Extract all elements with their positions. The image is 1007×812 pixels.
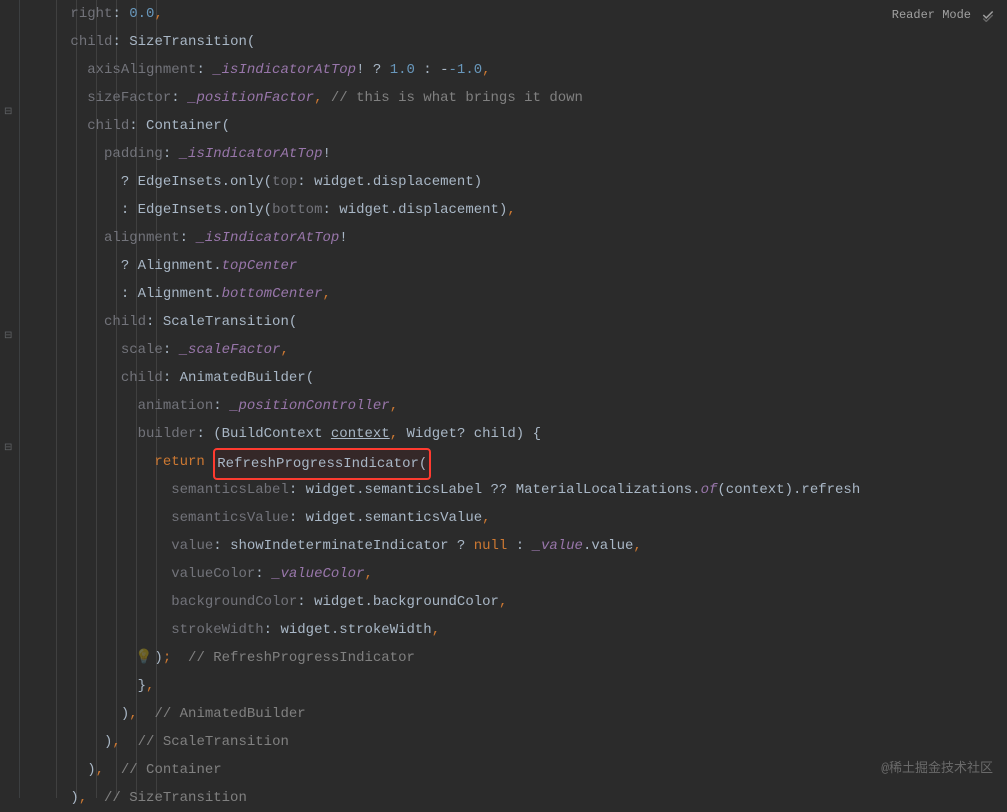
- reader-mode-toggle[interactable]: Reader Mode: [892, 8, 995, 22]
- code-line: ), // ScaleTransition: [20, 728, 1007, 756]
- gutter-fold-icon[interactable]: ⊟: [4, 106, 14, 116]
- code-line: child: Container(: [20, 112, 1007, 140]
- code-line: backgroundColor: widget.backgroundColor,: [20, 588, 1007, 616]
- code-line: ), // SizeTransition: [20, 784, 1007, 812]
- code-line: child: SizeTransition(: [20, 28, 1007, 56]
- code-line: ), // Container: [20, 756, 1007, 784]
- code-line: valueColor: _valueColor,: [20, 560, 1007, 588]
- code-line: return RefreshProgressIndicator(: [20, 448, 1007, 476]
- code-line: padding: _isIndicatorAtTop!: [20, 140, 1007, 168]
- gutter: ⊟ ⊟ ⊟: [0, 0, 20, 798]
- gutter-fold-icon[interactable]: ⊟: [4, 330, 14, 340]
- code-line: ), // AnimatedBuilder: [20, 700, 1007, 728]
- code-content[interactable]: right: 0.0, child: SizeTransition( axisA…: [20, 0, 1007, 798]
- code-line: right: 0.0,: [20, 0, 1007, 28]
- code-line: semanticsValue: widget.semanticsValue,: [20, 504, 1007, 532]
- gutter-fold-icon[interactable]: ⊟: [4, 442, 14, 452]
- code-line: : EdgeInsets.only(bottom: widget.displac…: [20, 196, 1007, 224]
- code-line: alignment: _isIndicatorAtTop!: [20, 224, 1007, 252]
- code-line: },: [20, 672, 1007, 700]
- code-editor: ⊟ ⊟ ⊟ right: 0.0, child: SizeTransition(…: [0, 0, 1007, 798]
- code-line: child: AnimatedBuilder(: [20, 364, 1007, 392]
- code-line: animation: _positionController,: [20, 392, 1007, 420]
- code-line: ? Alignment.topCenter: [20, 252, 1007, 280]
- code-line: child: ScaleTransition(: [20, 308, 1007, 336]
- code-line: semanticsLabel: widget.semanticsLabel ??…: [20, 476, 1007, 504]
- code-line: axisAlignment: _isIndicatorAtTop! ? 1.0 …: [20, 56, 1007, 84]
- code-line: ? EdgeInsets.only(top: widget.displaceme…: [20, 168, 1007, 196]
- bulb-icon[interactable]: 💡: [135, 644, 152, 672]
- code-line: scale: _scaleFactor,: [20, 336, 1007, 364]
- code-line: value: showIndeterminateIndicator ? null…: [20, 532, 1007, 560]
- watermark: @稀土掘金技术社区: [881, 757, 993, 776]
- code-line: : Alignment.bottomCenter,: [20, 280, 1007, 308]
- code-line: sizeFactor: _positionFactor, // this is …: [20, 84, 1007, 112]
- code-line: builder: (BuildContext context, Widget? …: [20, 420, 1007, 448]
- code-line: ); // RefreshProgressIndicator: [20, 644, 1007, 672]
- reader-mode-label: Reader Mode: [892, 8, 971, 22]
- check-icon: [981, 8, 995, 22]
- code-line: strokeWidth: widget.strokeWidth,: [20, 616, 1007, 644]
